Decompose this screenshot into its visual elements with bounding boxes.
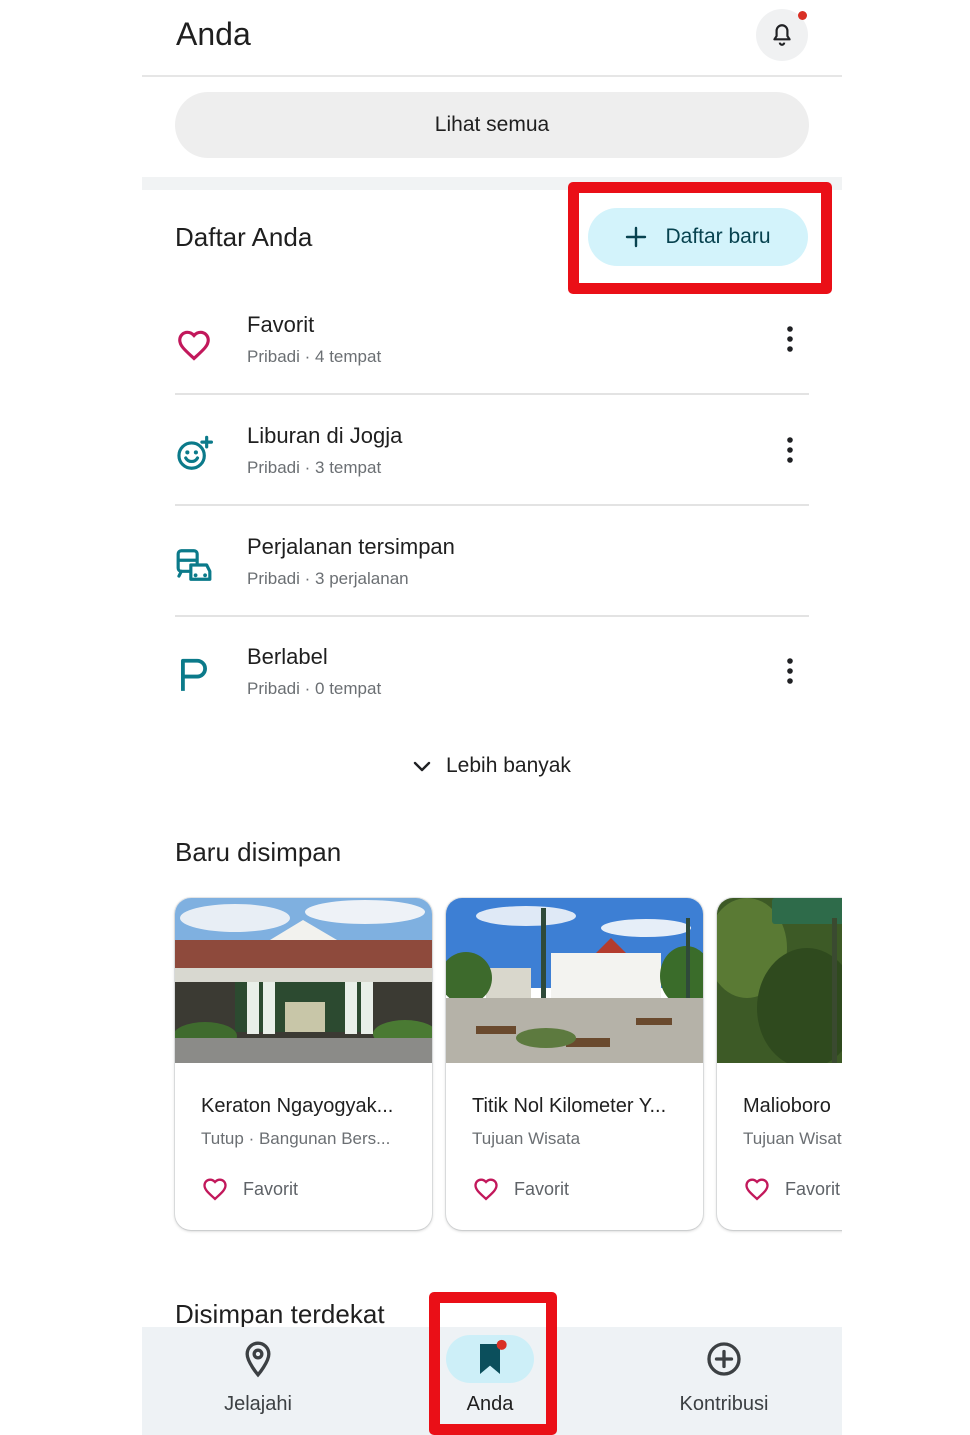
bell-icon [773,24,791,46]
malioboro-photo [717,898,842,1063]
place-list-tag: Favorit [472,1175,569,1203]
header-divider [142,75,842,77]
list-item-name: Berlabel [247,644,328,669]
row-divider [175,615,809,617]
titik-nol-photo [446,898,703,1063]
place-list-tag: Favorit [743,1175,840,1203]
highlight-box-you-tab [429,1292,557,1435]
more-options-button[interactable] [779,654,801,688]
place-card-keraton[interactable]: Keraton Ngayogyak... Tutup · Bangunan Be… [175,898,432,1230]
nearby-section-title: Disimpan terdekat [175,1299,385,1329]
heart-icon [474,1178,498,1201]
row-divider [175,393,809,395]
more-vert-icon [787,326,793,352]
place-list-label: Favorit [514,1178,570,1199]
nav-contribute[interactable]: Kontribusi [644,1327,804,1435]
place-name: Titik Nol Kilometer Y... [472,1095,667,1117]
show-more-label: Lebih banyak [446,754,571,777]
place-name: Keraton Ngayogyak... [201,1095,394,1117]
list-item-berlabel[interactable]: Berlabel Pribadi · 0 tempat [175,638,809,748]
place-list-tag: Favorit [201,1175,298,1203]
place-card-titik-nol[interactable]: Titik Nol Kilometer Y... Tujuan Wisata F… [446,898,703,1230]
chevron-down-icon [413,761,431,772]
list-item-name: Liburan di Jogja [247,423,403,448]
list-item-meta: Pribadi · 3 tempat [247,458,382,477]
more-vert-icon [787,658,793,684]
keraton-photo [175,898,432,1063]
more-options-button[interactable] [779,433,801,467]
place-subtitle: Tujuan Wisata [472,1129,581,1148]
place-list-label: Favorit [243,1178,299,1199]
commute-icon [176,549,212,581]
highlight-box-new-list [568,182,832,294]
flag-icon [181,658,207,691]
more-vert-icon [787,437,793,463]
heart-icon [178,330,210,361]
heart-icon [203,1178,227,1201]
more-options-button[interactable] [779,322,801,356]
emoji-add-icon [177,435,213,470]
list-item-meta: Pribadi · 4 tempat [247,347,382,366]
see-all-button[interactable]: Lihat semua [175,92,809,158]
list-item-perjalanan-tersimpan[interactable]: Perjalanan tersimpan Pribadi · 3 perjala… [175,528,809,638]
notification-dot [798,11,807,20]
nav-explore[interactable]: Jelajahi [178,1327,338,1435]
page-title: Anda [176,16,251,52]
place-subtitle: Tutup · Bangunan Bers... [201,1129,391,1148]
list-item-liburan-di-jogja[interactable]: Liburan di Jogja Pribadi · 3 tempat [175,417,809,527]
place-card-malioboro[interactable]: Malioboro Tujuan Wisata Favorit [717,898,842,1230]
list-item-favorit[interactable]: Favorit Pribadi · 4 tempat [175,306,809,416]
list-item-name: Perjalanan tersimpan [247,534,455,559]
nav-label: Kontribusi [679,1393,769,1415]
recent-section-title: Baru disimpan [175,837,342,867]
place-subtitle: Tujuan Wisata [743,1129,842,1148]
lists-section-title: Daftar Anda [175,222,313,252]
heart-icon [745,1178,769,1201]
list-item-meta: Pribadi · 3 perjalanan [247,569,409,588]
list-item-meta: Pribadi · 0 tempat [247,679,382,698]
place-name: Malioboro [743,1095,831,1117]
nav-label: Jelajahi [224,1393,292,1415]
list-item-name: Favorit [247,312,315,337]
add-circle-icon [707,1342,741,1376]
row-divider [175,504,809,506]
place-list-label: Favorit [785,1178,841,1199]
show-more-button[interactable]: Lebih banyak [412,748,571,784]
location-pin-icon [245,1341,271,1378]
